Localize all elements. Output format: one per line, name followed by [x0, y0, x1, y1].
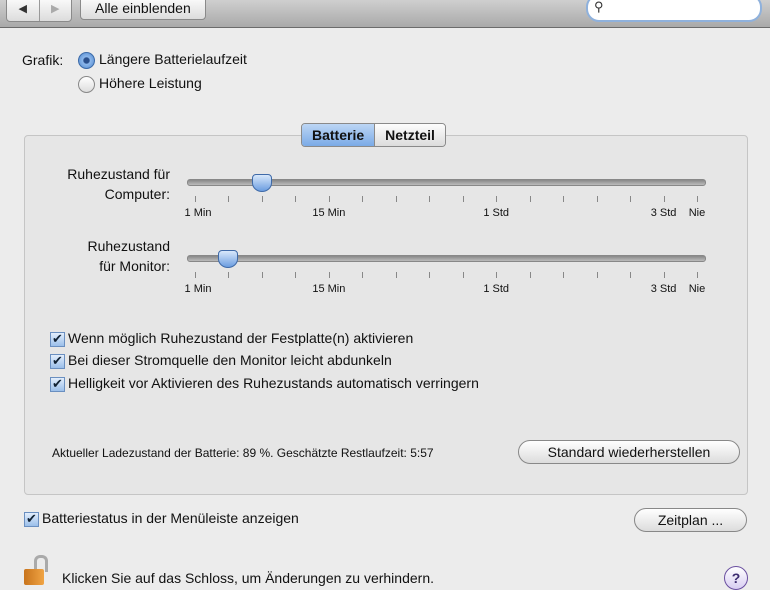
slider-tick-label: 1 Min: [184, 283, 212, 295]
checkbox-dim-display[interactable]: ✔ Bei dieser Stromquelle den Monitor leic…: [50, 352, 392, 369]
radio-icon: [78, 51, 95, 69]
nav-buttons: ◀ ▶: [6, 0, 72, 22]
slider-tick-label: Nie: [688, 283, 706, 295]
checkmark-icon: ✔: [24, 511, 39, 527]
slider-tick: [362, 196, 364, 202]
slider-tick: [529, 196, 531, 202]
show-all-button[interactable]: Alle einblenden: [80, 0, 206, 20]
slider-tick: [462, 196, 464, 202]
slider-tick: [563, 196, 565, 202]
slider-tick-label: 1 Std: [483, 283, 510, 295]
slider-tick: [496, 196, 498, 202]
radio-label: Längere Batterielaufzeit: [99, 51, 247, 67]
checkbox-menu-battery-status[interactable]: ✔ Batteriestatus in der Menüleiste anzeig…: [24, 510, 299, 527]
slider-tick: [663, 196, 665, 202]
slider-tick: [395, 272, 397, 278]
search-input[interactable]: ⚲: [586, 0, 762, 22]
toolbar: ◀ ▶ Alle einblenden ⚲: [0, 0, 770, 28]
checkmark-icon: ✔: [50, 353, 65, 369]
tab-power-adapter[interactable]: Netzteil: [375, 124, 445, 146]
slider-thumb[interactable]: [251, 174, 272, 192]
back-button[interactable]: ◀: [7, 0, 39, 21]
tab-battery[interactable]: Batterie: [302, 124, 376, 146]
slider-tick: [697, 272, 698, 278]
radio-icon: [78, 75, 95, 93]
slider-tick: [429, 272, 431, 278]
battery-status-text: Aktueller Ladezustand der Batterie: 89 %…: [52, 446, 434, 460]
help-button[interactable]: ?: [724, 566, 748, 590]
lock-icon[interactable]: [24, 555, 48, 585]
slider-tick: [328, 196, 330, 202]
slider-tick: [596, 272, 598, 278]
slider-tick-label: 3 Std: [650, 283, 677, 295]
checkbox-reduce-brightness[interactable]: ✔ Helligkeit vor Aktivieren des Ruhezusta…: [50, 375, 479, 392]
slider-thumb[interactable]: [218, 250, 239, 268]
slider-tick: [295, 196, 297, 202]
computer-sleep-label: Ruhezustand für Computer:: [67, 166, 170, 202]
graphics-label: Grafik:: [22, 52, 64, 68]
slider-tick: [630, 272, 632, 278]
slider-tick: [697, 196, 698, 202]
checkmark-icon: ✔: [50, 331, 65, 347]
lock-text: Klicken Sie auf das Schloss, um Änderung…: [62, 570, 434, 586]
slider-tick: [228, 272, 230, 278]
radio-label: Höhere Leistung: [99, 75, 202, 91]
slider-tick: [195, 196, 196, 202]
monitor-sleep-label: Ruhezustand für Monitor:: [87, 238, 170, 274]
slider-tick: [395, 196, 397, 202]
checkbox-disk-sleep[interactable]: ✔ Wenn möglich Ruhezustand der Festplatte…: [50, 330, 413, 347]
slider-tick-label: Nie: [688, 207, 706, 219]
tab-bar: Batterie Netzteil: [301, 123, 446, 147]
slider-tick: [295, 272, 297, 278]
slider-tick: [630, 196, 632, 202]
slider-tick: [663, 272, 665, 278]
schedule-button[interactable]: Zeitplan ...: [634, 508, 747, 532]
radio-higher-performance[interactable]: Höhere Leistung: [78, 75, 202, 93]
slider-tick: [496, 272, 498, 278]
slider-tick-label: 3 Std: [650, 207, 677, 219]
checkmark-icon: ✔: [50, 376, 65, 392]
restore-defaults-button[interactable]: Standard wiederherstellen: [518, 440, 740, 464]
slider-tick: [261, 272, 263, 278]
forward-button[interactable]: ▶: [38, 0, 72, 21]
slider-tick: [228, 196, 230, 202]
radio-longer-battery[interactable]: Längere Batterielaufzeit: [78, 51, 247, 69]
slider-tick: [563, 272, 565, 278]
slider-tick: [596, 196, 598, 202]
slider-tick-label: 15 Min: [312, 207, 346, 219]
slider-tick: [429, 196, 431, 202]
search-icon: ⚲: [594, 0, 604, 14]
slider-tick: [261, 196, 263, 202]
slider-tick: [328, 272, 330, 278]
slider-tick: [195, 272, 196, 278]
slider-tick-label: 1 Std: [483, 207, 510, 219]
slider-tick: [362, 272, 364, 278]
slider-tick-label: 1 Min: [184, 207, 212, 219]
slider-tick: [529, 272, 531, 278]
slider-tick-label: 15 Min: [312, 283, 346, 295]
slider-tick: [462, 272, 464, 278]
slider-track[interactable]: [187, 255, 706, 262]
